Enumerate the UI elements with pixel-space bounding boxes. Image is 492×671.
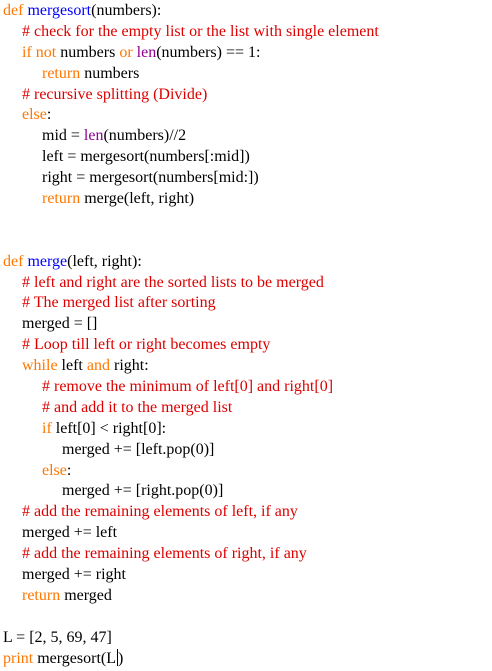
code-line[interactable] <box>0 231 492 252</box>
code-line[interactable]: print mergesort(L) <box>0 648 492 670</box>
code-token-default: mid = <box>42 127 84 145</box>
code-token-default: merged += [left.pop(0)] <box>62 440 215 458</box>
code-token-keyword: def <box>3 252 28 270</box>
code-token-default: right: <box>113 357 149 375</box>
code-token-builtin: len <box>136 43 157 61</box>
code-line[interactable]: # add the remaining elements of right, i… <box>0 544 492 565</box>
code-line[interactable]: # add the remaining elements of left, if… <box>0 502 492 523</box>
code-token-keyword: return <box>42 64 85 82</box>
code-token-default: merged = [] <box>22 315 98 333</box>
code-token-keyword: else <box>42 461 67 479</box>
code-token-default: merge(left, right) <box>84 190 195 208</box>
code-line[interactable] <box>0 210 492 231</box>
code-line[interactable]: return numbers <box>0 64 492 85</box>
code-token-keyword: or <box>119 43 137 61</box>
code-line[interactable]: merged += left <box>0 523 492 544</box>
code-line[interactable]: return merged <box>0 586 492 607</box>
code-token-funcname: mergesort <box>27 2 92 19</box>
code-token-keyword: return <box>22 586 65 604</box>
code-token-comment: # check for the empty list or the list w… <box>22 22 379 40</box>
code-line[interactable] <box>0 607 492 628</box>
code-token-keyword: def <box>3 2 28 19</box>
code-token-default: (numbers): <box>91 2 162 19</box>
code-token-default: numbers <box>60 43 120 61</box>
code-token-default: mergesort(L <box>37 649 117 667</box>
code-token-comment: # add the remaining elements of right, i… <box>22 545 307 563</box>
code-line[interactable]: left = mergesort(numbers[:mid]) <box>0 147 492 168</box>
code-token-keyword: return <box>42 190 85 208</box>
code-editor[interactable]: def mergesort(numbers): # check for the e… <box>0 0 492 671</box>
code-line[interactable]: merged += [left.pop(0)] <box>0 440 492 461</box>
code-token-default: (numbers) == 1: <box>156 43 261 61</box>
code-token-default: L = [2, 5, 69, 47] <box>3 628 112 646</box>
code-token-default: left = mergesort(numbers[:mid]) <box>42 148 250 166</box>
code-token-comment: # recursive splitting (Divide) <box>22 85 208 103</box>
code-token-comment: # The merged list after sorting <box>22 294 216 312</box>
code-line[interactable]: mid = len(numbers)//2 <box>0 126 492 147</box>
code-token-default: left <box>61 357 87 375</box>
code-line[interactable]: def mergesort(numbers): <box>0 1 492 22</box>
code-token-comment: # left and right are the sorted lists to… <box>22 273 324 291</box>
code-line[interactable]: else: <box>0 105 492 126</box>
code-token-default: merged += left <box>22 524 118 542</box>
code-token-comment: # Loop till left or right becomes empty <box>22 336 271 354</box>
code-line[interactable]: # Loop till left or right becomes empty <box>0 335 492 356</box>
code-line[interactable]: # left and right are the sorted lists to… <box>0 273 492 294</box>
code-token-comment: # remove the minimum of left[0] and righ… <box>42 378 334 396</box>
code-line[interactable]: while left and right: <box>0 356 492 377</box>
code-token-default: right = mergesort(numbers[mid:]) <box>42 169 259 187</box>
code-line[interactable]: right = mergesort(numbers[mid:]) <box>0 168 492 189</box>
code-token-keyword: while <box>22 357 62 375</box>
code-token-default: (left, right): <box>67 252 142 270</box>
code-line[interactable]: # check for the empty list or the list w… <box>0 22 492 43</box>
code-line[interactable]: # The merged list after sorting <box>0 293 492 314</box>
code-token-default: left[0] < right[0]: <box>55 419 167 437</box>
code-token-default: (numbers)//2 <box>103 127 187 145</box>
code-line[interactable]: L = [2, 5, 69, 47] <box>0 628 492 649</box>
code-line[interactable]: merged = [] <box>0 314 492 335</box>
code-line[interactable]: if left[0] < right[0]: <box>0 419 492 440</box>
code-token-default: ) <box>118 649 124 667</box>
code-line[interactable]: else: <box>0 461 492 482</box>
code-token-default: : <box>46 106 52 124</box>
code-line[interactable]: if not numbers or len(numbers) == 1: <box>0 43 492 64</box>
code-token-default: : <box>66 461 72 479</box>
code-token-comment: # add the remaining elements of left, if… <box>22 503 298 521</box>
code-token-default: merged += [right.pop(0)] <box>62 482 224 500</box>
code-line[interactable]: # recursive splitting (Divide) <box>0 85 492 106</box>
code-token-default: numbers <box>84 64 140 82</box>
code-token-default: merged <box>64 586 112 604</box>
code-line[interactable]: # and add it to the merged list <box>0 398 492 419</box>
code-line[interactable]: merged += right <box>0 565 492 586</box>
code-line[interactable]: # remove the minimum of left[0] and righ… <box>0 377 492 398</box>
code-token-funcname: merge <box>27 252 68 270</box>
code-token-builtin: len <box>83 127 104 145</box>
code-token-keyword: if <box>42 419 56 437</box>
code-token-keyword: else <box>22 106 47 124</box>
code-line[interactable]: return merge(left, right) <box>0 189 492 210</box>
code-token-comment: # and add it to the merged list <box>42 398 233 416</box>
code-token-keyword: if not <box>22 43 61 61</box>
code-token-keyword: print <box>3 649 38 667</box>
code-token-default: merged += right <box>22 566 126 584</box>
code-token-keyword: and <box>86 357 114 375</box>
code-line[interactable]: def merge(left, right): <box>0 252 492 273</box>
code-line[interactable]: merged += [right.pop(0)] <box>0 481 492 502</box>
